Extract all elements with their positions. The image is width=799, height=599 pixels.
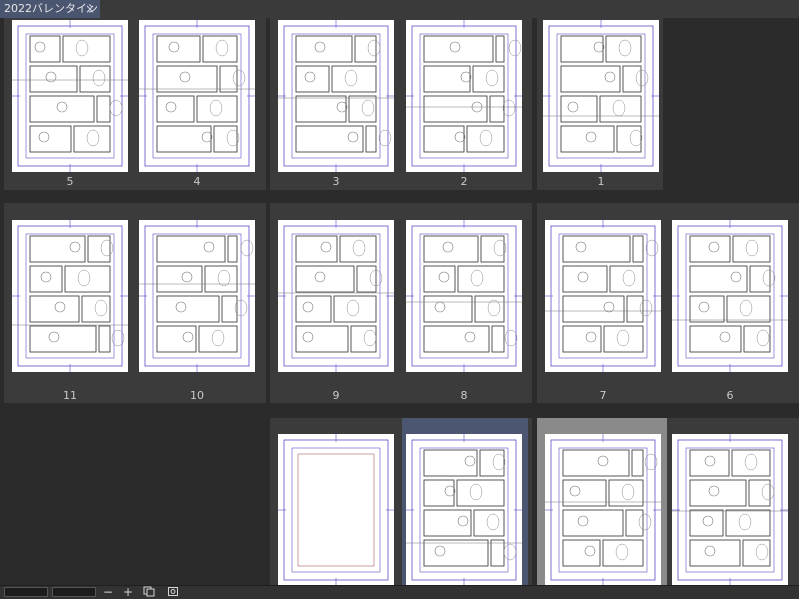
spread-page-1[interactable]: 1 [537, 18, 663, 190]
spread-last-pages[interactable] [537, 418, 799, 586]
page-thumbnail-6[interactable] [672, 220, 788, 372]
document-tab-title: 2022バレンタイン [4, 2, 98, 15]
page-thumbnail-4[interactable] [139, 20, 255, 172]
page-number-2: 2 [460, 175, 468, 188]
page-thumbnail-9[interactable] [278, 220, 394, 372]
zoom-slider-track[interactable] [4, 587, 48, 597]
page-thumbnail-10[interactable] [139, 220, 255, 372]
close-tab-icon[interactable]: × [85, 0, 95, 18]
page-thumbnail-blank[interactable] [278, 434, 394, 586]
bottom-toolbar: − + [0, 585, 799, 599]
document-tab-bar: 2022バレンタイン × [0, 0, 799, 18]
page-number-11: 11 [63, 389, 77, 402]
page-number-5: 5 [66, 175, 74, 188]
spread-pages-5-4[interactable]: 5 4 [4, 18, 266, 190]
page-number-4: 4 [193, 175, 201, 188]
page-thumbnail-7[interactable] [545, 220, 661, 372]
page-number-10: 10 [190, 389, 204, 402]
page-thumbnail-11[interactable] [12, 220, 128, 372]
zoom-out-button[interactable]: − [101, 586, 115, 599]
page-number-8: 8 [460, 389, 468, 402]
document-tab[interactable]: 2022バレンタイン × [0, 0, 100, 18]
page-number-7: 7 [599, 389, 607, 402]
spread-blank-and-selected[interactable] [270, 418, 532, 586]
page-number-1: 1 [597, 175, 605, 188]
page-settings-icon[interactable] [166, 586, 180, 599]
page-thumbnail-8[interactable] [406, 220, 522, 372]
page-thumbnail-selected[interactable] [406, 434, 522, 586]
spread-pages-11-10[interactable]: 11 10 [4, 203, 266, 403]
spread-pages-9-8[interactable]: 9 8 [270, 203, 532, 403]
page-thumbnail-3[interactable] [278, 20, 394, 172]
spread-pages-7-6[interactable]: 7 6 [537, 203, 799, 403]
page-number-6: 6 [726, 389, 734, 402]
page-thumbnail-1[interactable] [543, 20, 659, 172]
page-number-3: 3 [332, 175, 340, 188]
zoom-slider-field[interactable] [52, 587, 96, 597]
copy-page-icon[interactable] [142, 586, 156, 599]
spread-pages-3-2[interactable]: 3 2 [270, 18, 532, 190]
page-number-9: 9 [332, 389, 340, 402]
zoom-in-button[interactable]: + [121, 586, 135, 599]
page-thumbnail-5[interactable] [12, 20, 128, 172]
page-thumbnail-2[interactable] [406, 20, 522, 172]
page-manager-area: 5 4 3 2 1 11 10 9 8 7 6 [0, 18, 799, 586]
page-thumbnail-last-right[interactable] [672, 434, 788, 586]
page-thumbnail-last-left[interactable] [545, 434, 661, 586]
